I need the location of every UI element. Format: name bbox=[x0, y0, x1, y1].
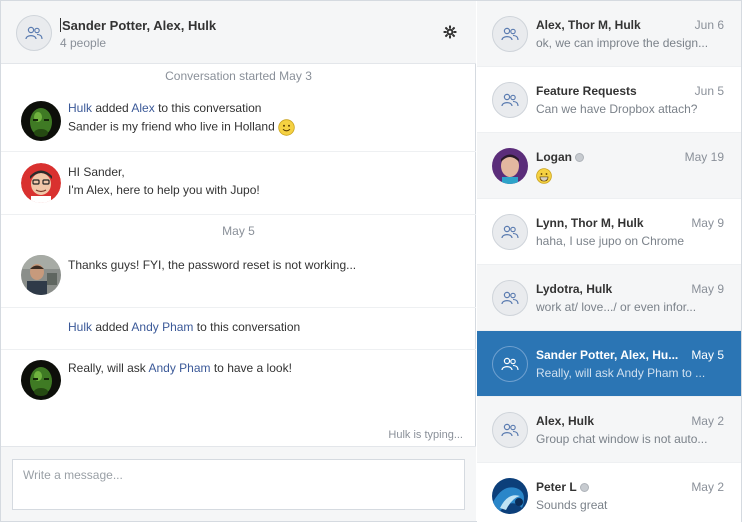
conversation-list[interactable]: Alex, Thor M, Hulk Jun 6 ok, we can impr… bbox=[477, 1, 741, 522]
user-link-hulk[interactable]: Hulk bbox=[68, 101, 92, 115]
user-link-hulk[interactable]: Hulk bbox=[68, 320, 92, 334]
conversation-preview: work at/ love.../ or even infor... bbox=[536, 300, 697, 314]
system-message: Hulk added Andy Pham to this conversatio… bbox=[1, 309, 476, 350]
avatar-hulk[interactable] bbox=[21, 360, 61, 400]
people-icon bbox=[25, 26, 43, 40]
conversation-item[interactable]: Alex, Hulk May 2 Group chat window is no… bbox=[477, 397, 741, 463]
conversation-item[interactable]: Feature Requests Jun 5 Can we have Dropb… bbox=[477, 67, 741, 133]
smile-emoji bbox=[278, 119, 295, 136]
avatar-hulk[interactable] bbox=[21, 101, 61, 141]
system-line: Hulk added Alex to this conversation bbox=[68, 101, 262, 115]
date-divider: Conversation started May 3 bbox=[165, 69, 312, 83]
conversation-name: Alex, Thor M, Hulk bbox=[536, 18, 641, 32]
conversation-name: Alex, Hulk bbox=[536, 414, 595, 428]
conversation-preview: Group chat window is not auto... bbox=[536, 432, 708, 446]
message-text: Sander is my friend who live in Holland bbox=[68, 119, 295, 136]
avatar-logan bbox=[492, 148, 528, 184]
user-link-andy[interactable]: Andy Pham bbox=[148, 361, 210, 375]
conversation-preview: haha, I use jupo on Chrome bbox=[536, 234, 685, 248]
conversation-preview: ok, we can improve the design... bbox=[536, 36, 709, 50]
date-divider: May 5 bbox=[222, 224, 255, 238]
chat-title-text: Sander Potter, Alex, Hulk bbox=[62, 18, 217, 33]
people-icon bbox=[492, 412, 528, 448]
participant-count: 4 people bbox=[60, 36, 107, 50]
conversation-name: Lynn, Thor M, Hulk bbox=[536, 216, 644, 230]
user-link-andy[interactable]: Andy Pham bbox=[131, 320, 193, 334]
conversation-date: Jun 5 bbox=[694, 84, 724, 98]
message-item: Really, will ask Andy Pham to have a loo… bbox=[1, 351, 476, 415]
conversation-date: May 2 bbox=[691, 480, 724, 494]
people-icon bbox=[492, 346, 528, 382]
avatar-alex[interactable] bbox=[21, 163, 61, 203]
conversation-date: May 19 bbox=[684, 150, 724, 164]
system-line: Hulk added Andy Pham to this conversatio… bbox=[68, 320, 301, 334]
conversation-date: May 9 bbox=[691, 216, 724, 230]
conversation-name: Logan bbox=[536, 150, 584, 164]
gear-icon[interactable] bbox=[443, 25, 457, 39]
chat-title[interactable]: Sander Potter, Alex, Hulk bbox=[60, 18, 216, 33]
conversation-name: Feature Requests bbox=[536, 84, 637, 98]
chat-pane: Sander Potter, Alex, Hulk 4 people Conve… bbox=[1, 1, 476, 521]
conversation-item[interactable]: Alex, Thor M, Hulk Jun 6 ok, we can impr… bbox=[477, 1, 741, 67]
offline-status-icon bbox=[575, 153, 584, 162]
avatar-peter bbox=[492, 478, 528, 514]
message-text: I'm Alex, here to help you with Jupo! bbox=[68, 183, 260, 197]
message-item: Thanks guys! FYI, the password reset is … bbox=[1, 246, 476, 308]
people-icon bbox=[492, 214, 528, 250]
people-icon bbox=[492, 82, 528, 118]
chat-header: Sander Potter, Alex, Hulk 4 people bbox=[1, 1, 476, 64]
message-item: HI Sander, I'm Alex, here to help you wi… bbox=[1, 153, 476, 215]
conversation-date: May 9 bbox=[691, 282, 724, 296]
avatar-sander[interactable] bbox=[21, 255, 61, 295]
message-input[interactable] bbox=[12, 459, 465, 510]
conversation-date: May 2 bbox=[691, 414, 724, 428]
message-text: Thanks guys! FYI, the password reset is … bbox=[68, 258, 357, 272]
message-text: HI Sander, bbox=[68, 165, 125, 179]
people-icon bbox=[492, 280, 528, 316]
conversation-date: May 5 bbox=[691, 348, 724, 362]
message-item: Hulk added Alex to this conversation San… bbox=[1, 88, 476, 152]
conversation-name: Peter L bbox=[536, 480, 589, 494]
conversation-name: Lydotra, Hulk bbox=[536, 282, 613, 296]
conversation-preview: Can we have Dropbox attach? bbox=[536, 102, 698, 116]
conversation-item[interactable]: Lynn, Thor M, Hulk May 9 haha, I use jup… bbox=[477, 199, 741, 265]
conversation-date: Jun 6 bbox=[694, 18, 724, 32]
grin-emoji bbox=[536, 168, 552, 184]
message-list[interactable]: Conversation started May 3 Hulk added Al… bbox=[1, 64, 476, 446]
people-icon bbox=[492, 16, 528, 52]
offline-status-icon bbox=[579, 483, 589, 492]
conversation-item[interactable]: Logan May 19 bbox=[477, 133, 741, 199]
conversation-preview: Sounds great bbox=[536, 498, 608, 512]
message-text: Really, will ask Andy Pham to have a loo… bbox=[68, 361, 292, 375]
user-link-alex[interactable]: Alex bbox=[131, 101, 154, 115]
conversation-item[interactable]: Peter L May 2 Sounds great bbox=[477, 463, 741, 522]
composer-area bbox=[1, 446, 476, 521]
conversation-item[interactable]: Lydotra, Hulk May 9 work at/ love.../ or… bbox=[477, 265, 741, 331]
text-cursor bbox=[60, 18, 61, 32]
typing-indicator: Hulk is typing... bbox=[388, 429, 463, 441]
conversation-preview: Really, will ask Andy Pham to ... bbox=[536, 366, 706, 380]
conversation-name: Sander Potter, Alex, Hu... bbox=[536, 348, 679, 362]
conversation-preview bbox=[536, 168, 552, 187]
group-avatar bbox=[16, 15, 52, 51]
conversation-item-active[interactable]: Sander Potter, Alex, Hu... May 5 Really,… bbox=[477, 331, 741, 397]
